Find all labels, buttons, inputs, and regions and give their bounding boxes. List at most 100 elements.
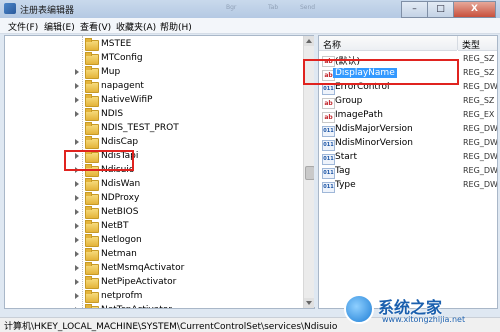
expand-arrow-icon[interactable]	[75, 209, 79, 215]
tree-item-label: NDProxy	[101, 193, 140, 203]
value-type: REG_EX	[463, 110, 495, 119]
column-header-name[interactable]: 名称	[319, 36, 457, 51]
watermark: 系统之家 www.xitongzhijia.net	[334, 290, 494, 328]
scroll-up-arrow[interactable]	[304, 36, 314, 46]
folder-icon	[85, 38, 99, 51]
column-header-type[interactable]: 类型	[458, 36, 497, 51]
tree-item[interactable]: NDIS_TEST_PROT	[5, 122, 303, 136]
expand-arrow-icon[interactable]	[75, 307, 79, 308]
folder-icon	[85, 94, 99, 107]
ghost-label: Send	[300, 4, 316, 11]
expand-arrow-icon[interactable]	[75, 223, 79, 229]
tree-item[interactable]: netprofm	[5, 290, 303, 304]
folder-icon	[85, 220, 99, 233]
menu-favorites[interactable]: 收藏夹(A)	[116, 20, 156, 33]
tree-item-label: NativeWifiP	[101, 95, 153, 105]
tree-item[interactable]: NdisTapi	[5, 150, 303, 164]
binary-value-icon: 011	[322, 140, 335, 151]
folder-icon	[85, 262, 99, 275]
menu-file[interactable]: 文件(F)	[8, 20, 38, 33]
tree-item[interactable]: NetBIOS	[5, 206, 303, 220]
maximize-button[interactable]: □	[427, 1, 454, 18]
tree-item[interactable]: NDProxy	[5, 192, 303, 206]
tree-item[interactable]: napagent	[5, 80, 303, 94]
folder-icon	[85, 206, 99, 219]
value-row[interactable]: 011 Tag REG_DW	[319, 165, 497, 179]
expand-arrow-icon[interactable]	[75, 69, 79, 75]
value-name: Tag	[335, 166, 351, 176]
tree-item-label: NetBT	[101, 221, 129, 231]
tree-item-label: Netlogon	[101, 235, 142, 245]
folder-icon	[85, 276, 99, 289]
column-name-label: 名称	[323, 41, 342, 51]
value-name: ImagePath	[335, 110, 383, 120]
expand-arrow-icon[interactable]	[75, 265, 79, 271]
value-row[interactable]: 011 Type REG_DW	[319, 179, 497, 193]
value-name: Type	[335, 180, 356, 190]
value-name: Group	[335, 96, 363, 106]
folder-icon	[85, 108, 99, 121]
tree-item[interactable]: NetPipeActivator	[5, 276, 303, 290]
value-type: REG_DW	[463, 166, 498, 175]
binary-value-icon: 011	[322, 126, 335, 137]
menu-edit[interactable]: 编辑(E)	[44, 20, 75, 33]
tree-item-label: NetPipeActivator	[101, 277, 177, 287]
value-name: NdisMajorVersion	[335, 124, 413, 134]
scroll-down-arrow[interactable]	[304, 298, 314, 308]
tree-item-label: NDIS_TEST_PROT	[101, 123, 179, 133]
menu-view[interactable]: 查看(V)	[80, 20, 111, 33]
minimize-button[interactable]: –	[401, 1, 428, 18]
tree-item[interactable]: NdisWan	[5, 178, 303, 192]
expand-arrow-icon[interactable]	[75, 83, 79, 89]
expand-arrow-icon[interactable]	[75, 111, 79, 117]
expand-arrow-icon[interactable]	[75, 251, 79, 257]
status-path: 计算机\HKEY_LOCAL_MACHINE\SYSTEM\CurrentCon…	[4, 322, 338, 332]
tree-item[interactable]: Netlogon	[5, 234, 303, 248]
expand-arrow-icon[interactable]	[75, 237, 79, 243]
tree-item-label: MSTEE	[101, 39, 132, 49]
value-row[interactable]: 011 NdisMinorVersion REG_DW	[319, 137, 497, 151]
folder-icon	[85, 290, 99, 303]
value-type: REG_SZ	[463, 96, 495, 105]
folder-icon	[85, 192, 99, 205]
tree-item[interactable]: MTConfig	[5, 52, 303, 66]
tree-item-label: Mup	[101, 67, 121, 77]
watermark-url: www.xitongzhijia.net	[382, 315, 466, 324]
tree-item[interactable]: Ndisuio	[5, 164, 303, 178]
expand-arrow-icon[interactable]	[75, 139, 79, 145]
tree-item[interactable]: NetMsmqActivator	[5, 262, 303, 276]
tree-item-label: NetTcpActivator	[101, 305, 172, 308]
tree-item[interactable]: Netman	[5, 248, 303, 262]
value-name: NdisMinorVersion	[335, 138, 413, 148]
registry-tree[interactable]: MSTEE MTConfig Mup napagent NativeWifiP NDIS N…	[4, 35, 315, 309]
expand-arrow-icon[interactable]	[75, 279, 79, 285]
tree-item[interactable]: NetBT	[5, 220, 303, 234]
string-value-icon: ab	[322, 98, 335, 109]
value-row[interactable]: 011 Start REG_DW	[319, 151, 497, 165]
expand-arrow-icon[interactable]	[75, 97, 79, 103]
expand-arrow-icon[interactable]	[75, 195, 79, 201]
tree-item[interactable]: NetTcpActivator	[5, 304, 303, 308]
value-type: REG_SZ	[463, 54, 495, 63]
regedit-app-icon	[4, 3, 16, 14]
value-row[interactable]: 011 NdisMajorVersion REG_DW	[319, 123, 497, 137]
close-button[interactable]: X	[453, 1, 496, 18]
tree-item[interactable]: MSTEE	[5, 38, 303, 52]
tree-item[interactable]: Mup	[5, 66, 303, 80]
expand-arrow-icon[interactable]	[75, 181, 79, 187]
value-type: REG_SZ	[463, 68, 495, 77]
expand-arrow-icon[interactable]	[75, 293, 79, 299]
tree-item-label: NdisCap	[101, 137, 139, 147]
folder-icon	[85, 122, 99, 135]
watermark-logo-icon	[344, 294, 374, 324]
tree-item[interactable]: NativeWifiP	[5, 94, 303, 108]
tree-item-label: Netman	[101, 249, 137, 259]
menu-help[interactable]: 帮助(H)	[160, 20, 192, 33]
tree-item[interactable]: NDIS	[5, 108, 303, 122]
value-type: REG_DW	[463, 138, 498, 147]
value-row[interactable]: ab ImagePath REG_EX	[319, 109, 497, 123]
tree-item[interactable]: NdisCap	[5, 136, 303, 150]
tree-item-label: napagent	[101, 81, 144, 91]
folder-icon	[85, 304, 99, 308]
value-row[interactable]: ab Group REG_SZ	[319, 95, 497, 109]
